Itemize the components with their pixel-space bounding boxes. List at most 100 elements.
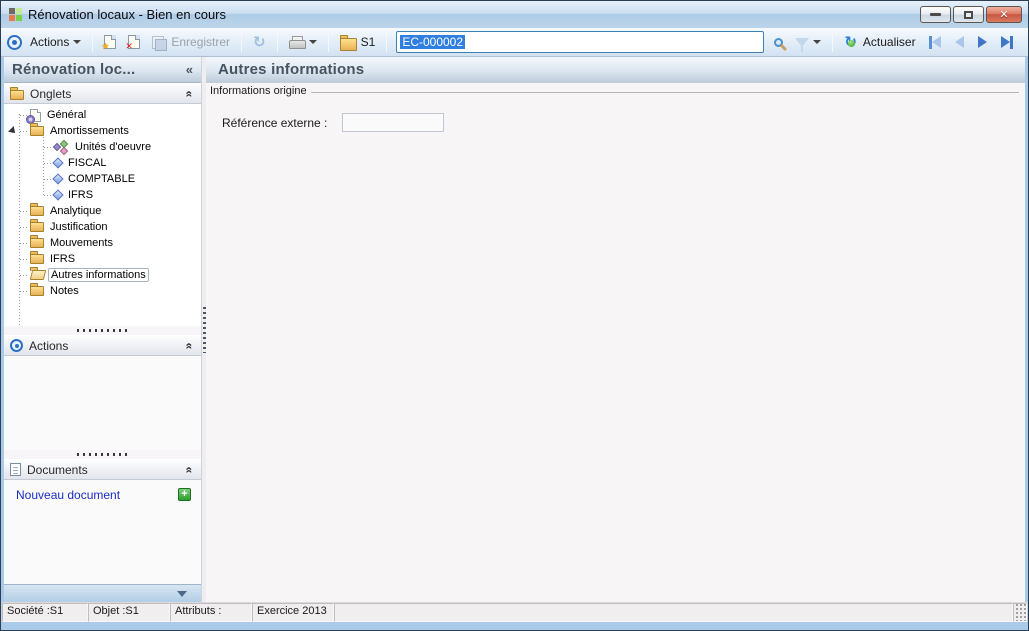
tree-item-label: FISCAL [68,157,107,169]
minimize-button[interactable] [920,6,951,23]
panel-splitter[interactable] [4,450,201,459]
folder-icon [30,203,44,216]
tree-item-label: Autres informations [48,268,149,282]
collapse-panel-icon[interactable]: « [183,90,197,97]
status-cell: Société :S1 [2,603,88,622]
groupbox-informations-origine: Informations origine [208,85,1019,97]
sidebar-header[interactable]: Rénovation loc... « [4,57,201,83]
tree-guide-stub [20,258,28,260]
tree-item-analytique[interactable]: Analytique [4,203,201,219]
panel-header-documents[interactable]: Documents « [4,459,201,480]
panel-header-onglets[interactable]: Onglets « [4,83,201,104]
titlebar: Rénovation locaux - Bien en cours ✕ [1,1,1028,28]
collapse-panel-icon[interactable]: « [183,342,197,349]
folder-open-icon [30,267,44,280]
tree-item-justification[interactable]: Justification [4,219,201,235]
separator [241,32,243,52]
add-document-icon[interactable]: + [178,488,191,501]
groupbox-line [310,92,1019,93]
tree-item-label: Général [47,109,87,121]
tree-item-label: Justification [50,221,108,233]
page-header: Autres informations [206,57,1025,83]
tree-item-label: Mouvements [50,237,113,249]
status-cell: Attributs : [170,603,252,622]
maximize-icon [964,10,973,19]
separator [276,32,278,52]
tree-item-amortissements[interactable]: Amortissements [4,123,201,139]
folder-icon [30,251,44,264]
tree-guide-stub [20,226,28,228]
tree-item-autres-informations[interactable]: Autres informations [4,267,201,283]
tree-item-mouvements[interactable]: Mouvements [4,235,201,251]
maximize-button[interactable] [953,6,984,23]
tree-item-unit-s-d-oeuvre[interactable]: Unités d'oeuvre [4,139,201,155]
tree-item-notes[interactable]: Notes [4,283,201,299]
next-record-button[interactable] [973,34,992,50]
tree-guide-stub [44,162,52,164]
statusbar: Société :S1 Objet :S1 Attributs : Exercice … [2,602,1027,622]
collapse-sidebar-icon[interactable]: « [186,62,193,77]
chevron-down-icon [73,40,82,44]
tree-guide-stub [20,130,28,132]
print-button[interactable] [285,34,321,51]
tree-guide-stub [44,194,52,196]
tree-item-ifrs[interactable]: IFRS [4,187,201,203]
company-folder-button[interactable]: S1 [336,33,380,51]
sidebar-bottom-strip[interactable] [4,584,201,602]
separator [386,32,388,52]
expanded-triangle-icon[interactable] [8,126,18,136]
last-icon [1000,36,1010,48]
resize-grip[interactable] [1013,603,1027,622]
actions-menu-button[interactable]: Actions [26,33,85,51]
filter-button[interactable] [791,36,825,52]
splitter-grip[interactable] [203,307,206,353]
tree-item-comptable[interactable]: COMPTABLE [4,171,201,187]
filter-icon [795,37,810,52]
chevron-down-icon [813,40,822,44]
next-icon [977,36,987,48]
tree-item-label: Amortissements [50,125,129,137]
tree-guide-stub [44,146,52,148]
new-document-icon: ★ [101,35,117,51]
reference-selected-text: EC-000002 [400,35,466,49]
minimize-icon [930,13,941,16]
app-window: Rénovation locaux - Bien en cours ✕ Acti… [0,0,1029,631]
close-button[interactable]: ✕ [986,6,1022,23]
page-title: Autres informations [218,61,365,78]
chevron-down-icon [308,40,317,44]
previous-record-button[interactable] [950,34,969,50]
delete-record-button[interactable]: ✕ [124,33,144,51]
app-logo-icon [9,8,22,21]
toolbar: Actions ★ ✕ Enregistrer ↻ S1 EC-000002 ↻… [1,28,1028,57]
status-cell: Objet :S1 [88,603,170,622]
panel-splitter[interactable] [4,326,201,335]
tree-guide-stub [20,242,28,244]
tree-item-ifrs[interactable]: IFRS [4,251,201,267]
folder-icon [30,283,44,296]
refresh-record-button[interactable]: ↻ [249,33,270,52]
tree-item-label: IFRS [68,189,94,201]
tree-guide-stub [44,178,52,180]
search-button[interactable] [770,36,787,49]
previous-icon [954,36,964,48]
actions-icon [10,339,23,352]
caret-down-icon [177,590,187,597]
folder-icon [30,235,44,248]
tree-item-fiscal[interactable]: FISCAL [4,155,201,171]
external-reference-input[interactable] [342,113,444,132]
reference-input[interactable]: EC-000002 [396,31,765,53]
new-document-link[interactable]: Nouveau document [16,488,120,502]
separator [832,32,834,52]
actions-group-icon [7,34,22,50]
tree-item-label: COMPTABLE [68,173,136,185]
collapse-panel-icon[interactable]: « [183,466,197,473]
new-record-button[interactable]: ★ [100,33,120,51]
panel-header-actions[interactable]: Actions « [4,335,201,356]
last-record-button[interactable] [996,34,1018,51]
tree-item-g-n-ral[interactable]: Général [4,107,201,123]
first-record-button[interactable] [924,34,946,51]
save-button[interactable]: Enregistrer [148,33,234,51]
refresh-list-button[interactable]: ↻ Actualiser [840,33,919,52]
sidebar-resize-handle[interactable] [202,57,206,602]
close-icon: ✕ [999,9,1009,21]
